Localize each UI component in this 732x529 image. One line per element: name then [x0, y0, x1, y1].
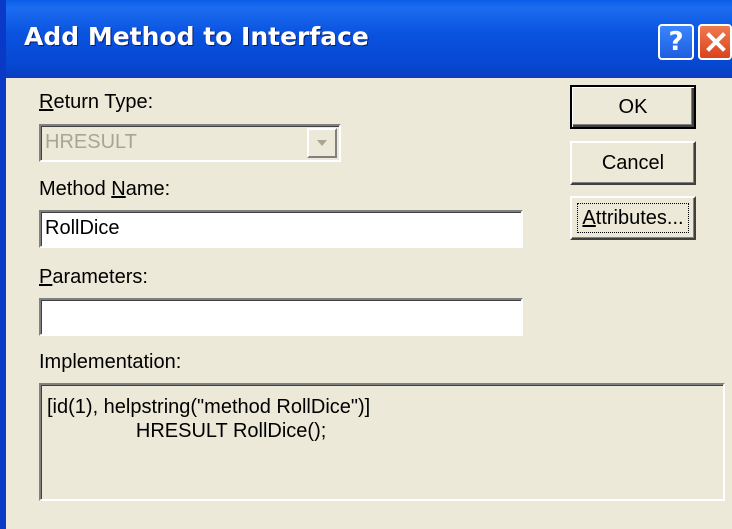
attributes-button[interactable]: Attributes... [570, 196, 696, 240]
implementation-line-1: [id(1), helpstring("method RollDice")] [47, 396, 371, 418]
method-name-access-key: N [111, 178, 126, 200]
chevron-down-icon [317, 140, 327, 146]
ok-button[interactable]: OK [570, 85, 696, 129]
implementation-line-2: HRESULT RollDice(); [47, 420, 327, 442]
return-type-dropdown-button[interactable] [307, 128, 337, 158]
help-button[interactable]: ? [658, 24, 694, 60]
window-title: Add Method to Interface [24, 22, 369, 51]
implementation-label: Implementation: [39, 351, 182, 373]
title-bar[interactable]: Add Method to Interface ? [6, 0, 732, 78]
implementation-textbox[interactable]: [id(1), helpstring("method RollDice")] H… [39, 383, 725, 501]
method-name-label: Method Name: [39, 178, 171, 200]
add-method-dialog: Add Method to Interface ? Return Type: H… [0, 0, 732, 529]
parameters-input[interactable] [39, 298, 523, 336]
method-name-value: RollDice [45, 217, 120, 239]
method-name-input[interactable]: RollDice [39, 210, 523, 248]
help-icon: ? [668, 27, 684, 57]
focus-rectangle [577, 203, 689, 233]
parameters-label: Parameters: [39, 266, 148, 288]
cancel-button[interactable]: Cancel [570, 141, 696, 185]
parameters-access-key: P [39, 266, 53, 288]
return-type-combobox[interactable]: HRESULT [39, 124, 341, 162]
close-button[interactable] [698, 24, 732, 60]
return-type-access-key: R [39, 91, 54, 113]
close-icon [706, 32, 726, 52]
return-type-value: HRESULT [45, 131, 137, 153]
return-type-label: Return Type: [39, 91, 154, 113]
